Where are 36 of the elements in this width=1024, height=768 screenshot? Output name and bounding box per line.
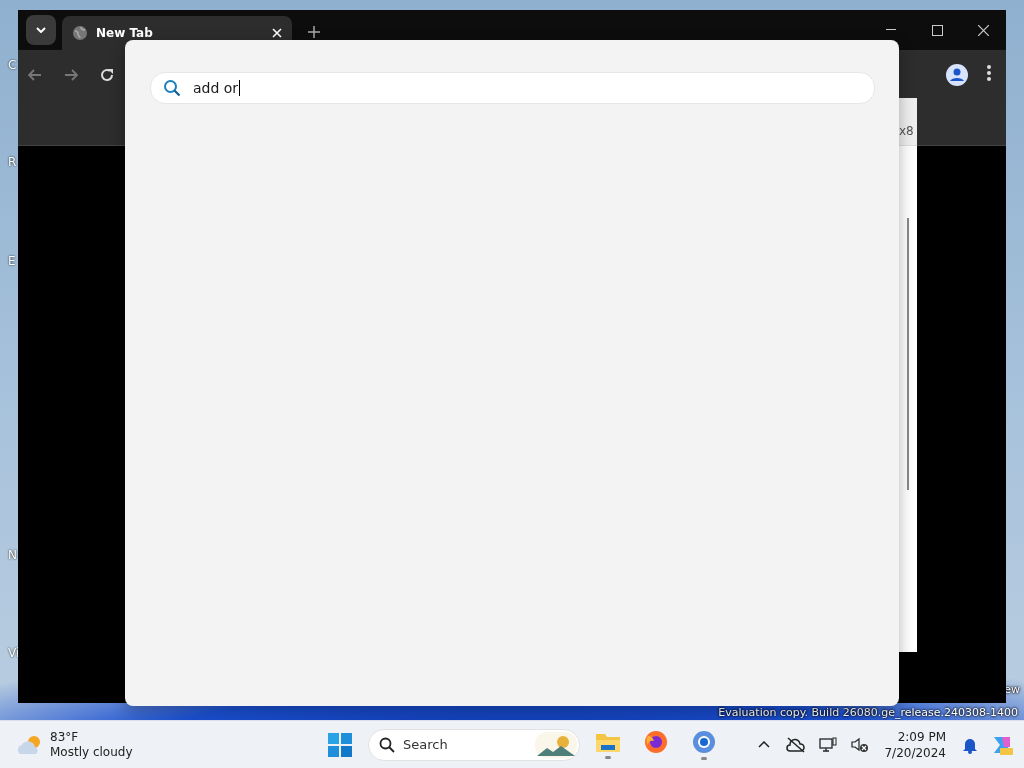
weather-condition-text: Mostly cloudy <box>50 744 133 760</box>
maximize-icon[interactable] <box>931 24 943 36</box>
taskbar-search[interactable]: Search <box>368 728 580 761</box>
desktop-icon-label: R <box>8 155 17 169</box>
landscape-icon <box>535 731 577 758</box>
desktop-icon-label: N <box>8 548 17 562</box>
new-tab-icon[interactable] <box>308 26 320 38</box>
muted-speaker-icon[interactable] <box>851 736 870 753</box>
search-icon <box>379 736 395 753</box>
search-icon <box>163 79 181 97</box>
start-icon[interactable] <box>328 732 352 757</box>
back-arrow-icon[interactable] <box>28 69 42 81</box>
chevron-up-icon[interactable] <box>758 741 771 748</box>
forward-arrow-icon[interactable] <box>64 69 78 81</box>
network-icon[interactable] <box>819 736 838 753</box>
window-text: x8 <box>899 124 914 138</box>
chevron-down-icon <box>36 27 46 33</box>
watermark-text: ew <box>1004 683 1020 696</box>
reload-icon[interactable] <box>100 68 114 82</box>
clock-date[interactable]: 7/20/2024 <box>884 744 946 761</box>
desktop-icon-label: E <box>8 254 16 268</box>
temperature-text: 83°F <box>50 729 80 745</box>
cloud-off-icon[interactable] <box>786 736 807 753</box>
desktop-icon-label: C <box>8 58 17 72</box>
watermark-text: Evaluation copy. Build 26080.ge_release.240308-1400 <box>718 706 1018 719</box>
close-icon[interactable] <box>977 24 989 36</box>
more-menu-icon[interactable] <box>986 64 992 82</box>
browser-icon <box>692 729 716 754</box>
search-field[interactable]: add or <box>150 72 875 104</box>
profile-icon[interactable] <box>946 64 968 86</box>
tab-list-button[interactable] <box>26 15 56 45</box>
clock-time[interactable]: 2:09 PM <box>897 728 946 745</box>
firefox-icon <box>644 729 668 754</box>
globe-icon <box>72 25 88 41</box>
minimize-icon[interactable] <box>886 29 896 31</box>
desktop-icon-label: Vi <box>8 646 20 660</box>
